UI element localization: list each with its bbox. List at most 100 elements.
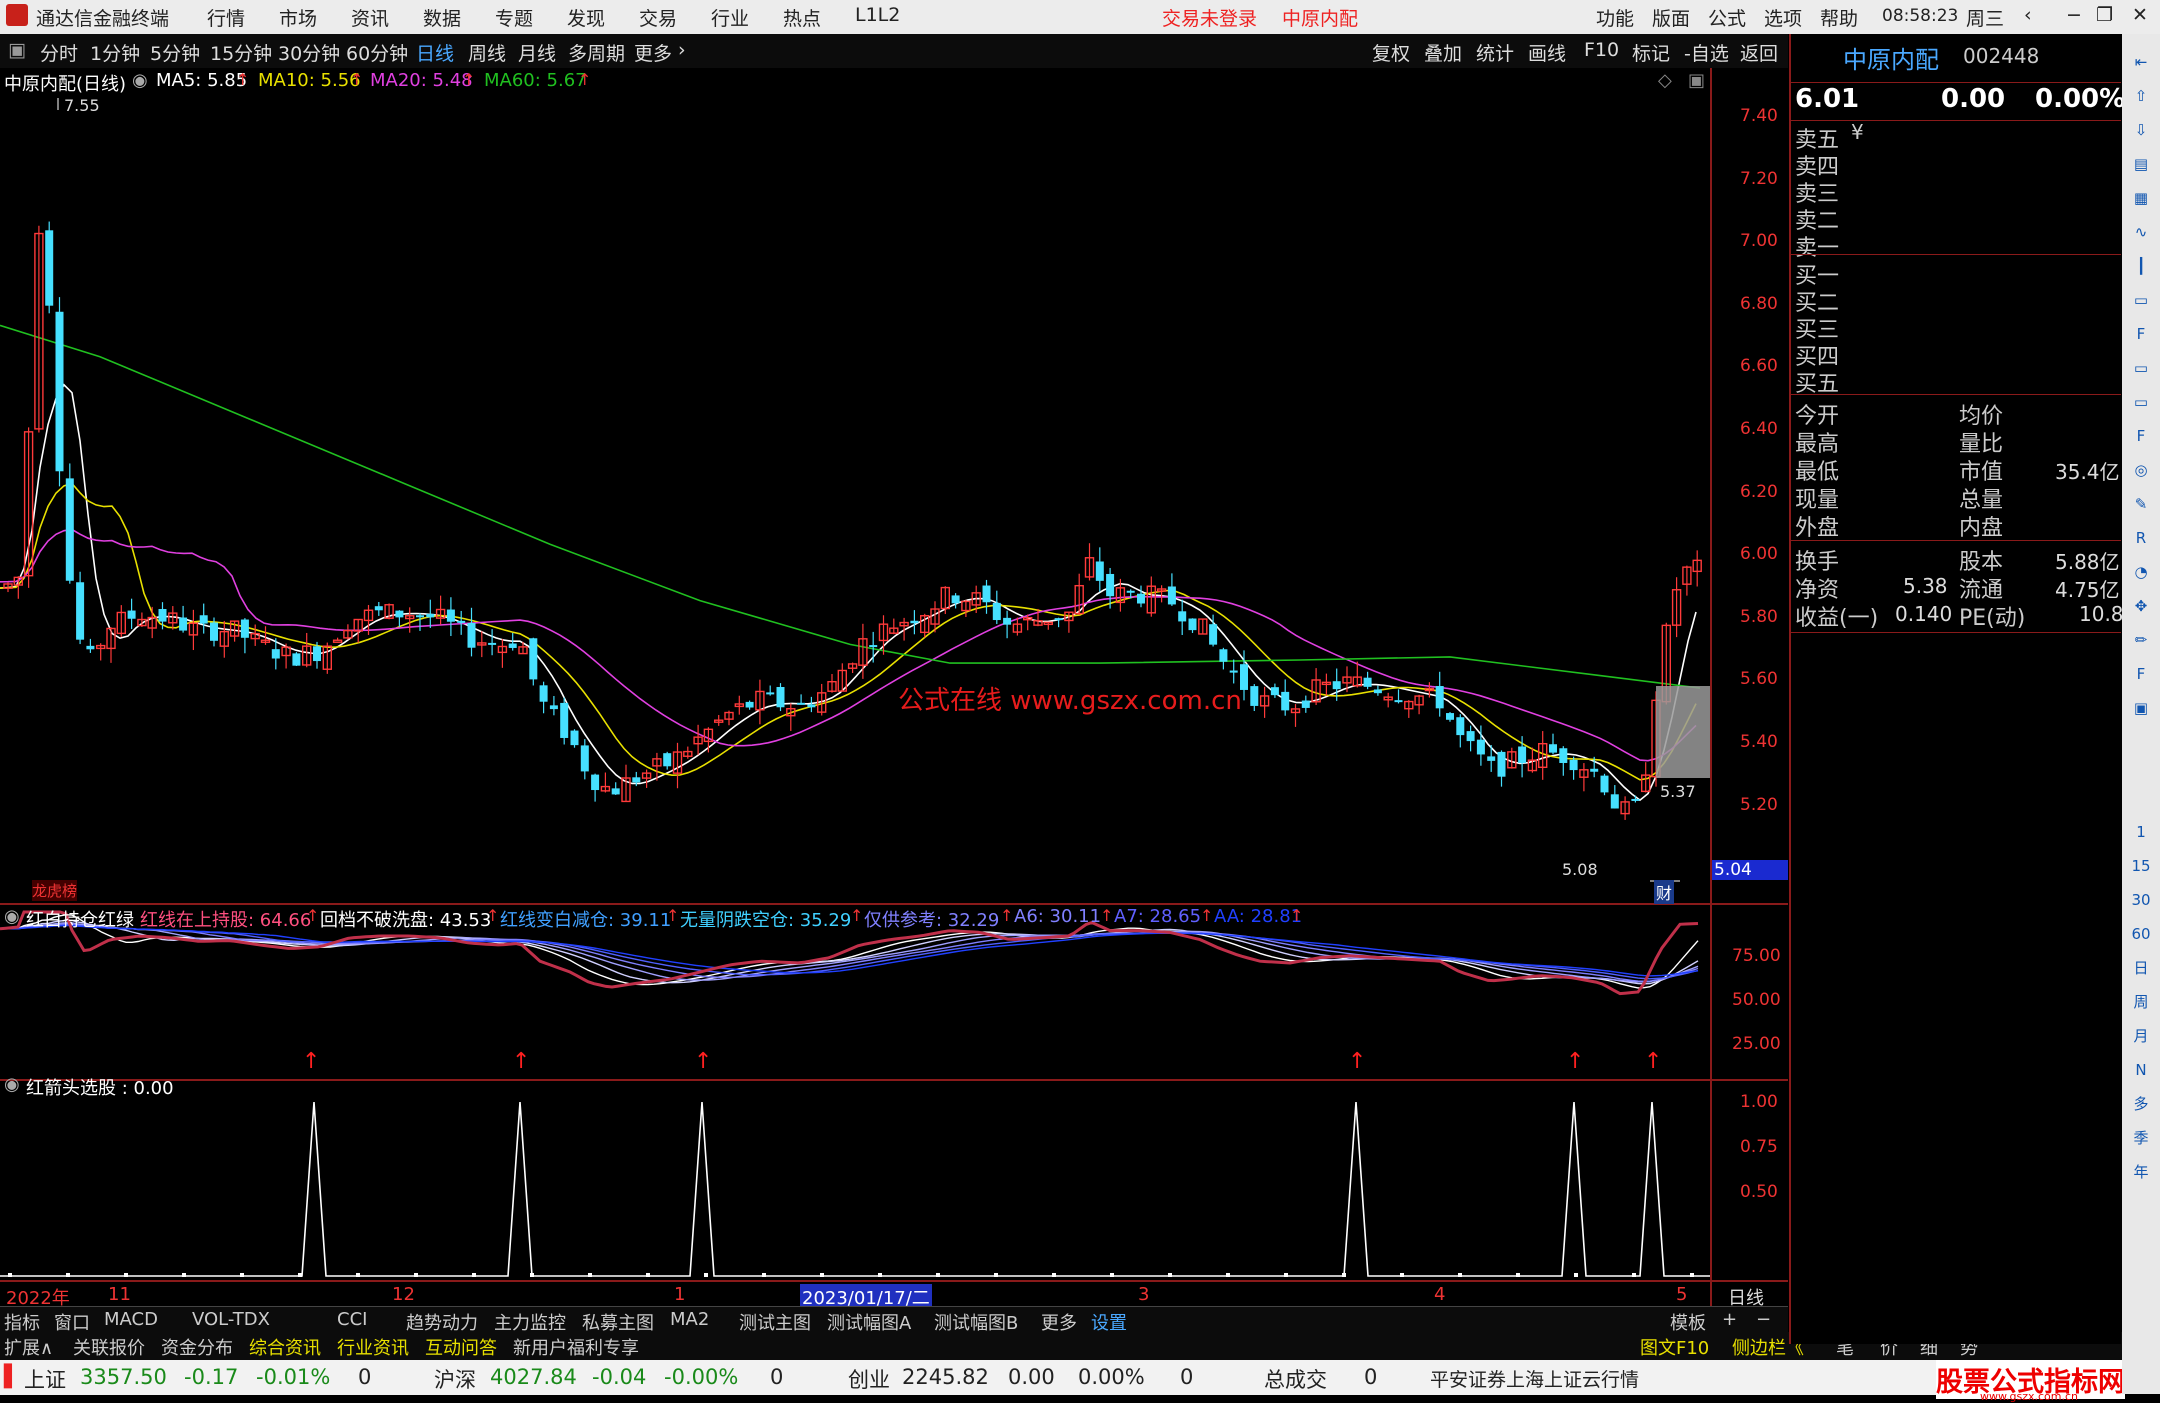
period-shortcut[interactable]: 季 bbox=[2127, 1126, 2155, 1150]
rsi-icon[interactable]: R bbox=[2127, 526, 2155, 550]
menu-item[interactable]: 热点 bbox=[783, 4, 821, 31]
period-tab[interactable]: 分时 bbox=[40, 39, 78, 66]
index-name[interactable]: 创业 bbox=[848, 1364, 890, 1394]
back-icon[interactable]: ‹ bbox=[2024, 4, 2032, 26]
extension-tab[interactable]: 行业资讯 bbox=[337, 1334, 409, 1360]
broker-label[interactable]: 平安证券上海上证云行情 bbox=[1430, 1365, 1639, 1392]
extension-tab[interactable]: 综合资讯 bbox=[249, 1334, 321, 1360]
period-tab[interactable]: 月线 bbox=[518, 39, 556, 66]
indicator-tab[interactable]: MACD bbox=[104, 1309, 158, 1330]
menu-item[interactable]: 数据 bbox=[423, 4, 461, 31]
f10-icon[interactable]: F bbox=[2127, 322, 2155, 346]
news-icon[interactable]: ▭ bbox=[2127, 356, 2155, 380]
period-shortcut[interactable]: 月 bbox=[2127, 1024, 2155, 1048]
period-tab[interactable]: 30分钟 bbox=[278, 39, 340, 66]
period-tab-active[interactable]: 日线 bbox=[416, 39, 454, 66]
index-name[interactable]: 沪深 bbox=[434, 1364, 476, 1394]
extension-tab[interactable]: 关联报价 bbox=[73, 1334, 145, 1360]
menu-item-right[interactable]: 选项 bbox=[1764, 4, 1802, 31]
period-shortcut[interactable]: 60 bbox=[2127, 922, 2155, 946]
settings-icon[interactable]: ◉ bbox=[4, 1074, 20, 1095]
menu-item[interactable]: 市场 bbox=[279, 4, 317, 31]
toolbar-button[interactable]: 标记 bbox=[1632, 39, 1670, 66]
period-tab[interactable]: 1分钟 bbox=[90, 39, 140, 66]
close-icon[interactable]: ✕ bbox=[2132, 4, 2148, 26]
period-tab[interactable]: 15分钟 bbox=[210, 39, 272, 66]
period-shortcut[interactable]: 年 bbox=[2127, 1160, 2155, 1184]
indicator-tab[interactable]: CCI bbox=[337, 1309, 367, 1330]
restore-icon[interactable]: ❐ bbox=[2096, 4, 2113, 26]
cart-icon[interactable]: ▤ bbox=[2127, 152, 2155, 176]
panel-toggle-icon[interactable]: ▣ bbox=[8, 39, 26, 61]
side-tab[interactable]: 图文F10 bbox=[1640, 1334, 1709, 1360]
menu-item[interactable]: 行情 bbox=[207, 4, 245, 31]
period-tab[interactable]: 60分钟 bbox=[346, 39, 408, 66]
extension-tab[interactable]: 扩展∧ bbox=[4, 1334, 53, 1360]
down-arrow-icon[interactable]: ⇩ bbox=[2127, 118, 2155, 142]
f2-icon[interactable]: F bbox=[2127, 424, 2155, 448]
chevron-right-icon[interactable]: › bbox=[678, 39, 686, 61]
kline-icon[interactable]: ┃ bbox=[2127, 254, 2155, 278]
settings-icon[interactable]: ◉ bbox=[132, 70, 148, 91]
period-shortcut[interactable]: 15 bbox=[2127, 854, 2155, 878]
finance-badge[interactable]: 财 bbox=[1654, 880, 1675, 904]
extension-tab[interactable]: 新用户福利专享 bbox=[513, 1334, 639, 1360]
toolbar-button[interactable]: 返回 bbox=[1740, 39, 1778, 66]
sign-icon[interactable]: ✎ bbox=[2127, 492, 2155, 516]
extension-tab[interactable]: 互动问答 bbox=[425, 1334, 497, 1360]
remove-button[interactable]: − bbox=[1756, 1309, 1771, 1330]
menu-item[interactable]: 专题 bbox=[495, 4, 533, 31]
circle-icon[interactable]: ◎ bbox=[2127, 458, 2155, 482]
toolbar-button[interactable]: 统计 bbox=[1476, 39, 1514, 66]
period-tab[interactable]: 5分钟 bbox=[150, 39, 200, 66]
pen-icon[interactable]: ✏ bbox=[2127, 628, 2155, 652]
panel-icon[interactable]: ▣ bbox=[1688, 70, 1705, 91]
toolbar-button[interactable]: 复权 bbox=[1372, 39, 1410, 66]
trade-status[interactable]: 交易未登录 bbox=[1162, 4, 1257, 31]
period-shortcut[interactable]: 多 bbox=[2127, 1092, 2155, 1116]
diamond-icon[interactable]: ◇ bbox=[1658, 70, 1672, 91]
menu-item-right[interactable]: 功能 bbox=[1596, 4, 1634, 31]
toolbar-button[interactable]: 叠加 bbox=[1424, 39, 1462, 66]
extension-tab[interactable]: 资金分布 bbox=[161, 1334, 233, 1360]
bell-icon[interactable]: ◔ bbox=[2127, 560, 2155, 584]
period-shortcut[interactable]: 1 bbox=[2127, 820, 2155, 844]
menu-item-right[interactable]: 版面 bbox=[1652, 4, 1690, 31]
move-icon[interactable]: ✥ bbox=[2127, 594, 2155, 618]
toolbar-button[interactable]: -自选 bbox=[1684, 39, 1729, 66]
menu-item[interactable]: L1L2 bbox=[855, 4, 900, 26]
dragon-tiger-badge[interactable]: 龙虎榜 bbox=[32, 880, 78, 901]
line-chart-icon[interactable]: ∿ bbox=[2127, 220, 2155, 244]
up-arrow-icon[interactable]: ⇧ bbox=[2127, 84, 2155, 108]
menu-item[interactable]: 发现 bbox=[567, 4, 605, 31]
image-icon[interactable]: ▣ bbox=[2127, 696, 2155, 720]
fs-icon[interactable]: F bbox=[2127, 662, 2155, 686]
settings-icon[interactable]: ◉ bbox=[4, 906, 20, 927]
indicator-tab[interactable]: VOL-TDX bbox=[192, 1309, 270, 1330]
period-shortcut[interactable]: 30 bbox=[2127, 888, 2155, 912]
menu-item[interactable]: 交易 bbox=[639, 4, 677, 31]
index-name[interactable]: 上证 bbox=[24, 1364, 66, 1394]
period-tab[interactable]: 多周期 bbox=[568, 39, 625, 66]
period-tab-more[interactable]: 更多 bbox=[634, 39, 672, 66]
menu-item[interactable]: 行业 bbox=[711, 4, 749, 31]
table-icon[interactable]: ▦ bbox=[2127, 186, 2155, 210]
expand-icon[interactable]: ⇤ bbox=[2127, 50, 2155, 74]
period-shortcut[interactable]: N bbox=[2127, 1058, 2155, 1082]
kline-chart[interactable]: ↑ ↑ ↑ ↑ ↑ ↑ bbox=[0, 68, 1788, 1306]
doc-icon[interactable]: ▭ bbox=[2127, 288, 2155, 312]
period-shortcut[interactable]: 日 bbox=[2127, 956, 2155, 980]
toolbar-button[interactable]: F10 bbox=[1584, 39, 1619, 61]
doc2-icon[interactable]: ▭ bbox=[2127, 390, 2155, 414]
menu-item[interactable]: 资讯 bbox=[351, 4, 389, 31]
indicator-tab[interactable]: MA2 bbox=[670, 1309, 709, 1330]
add-button[interactable]: + bbox=[1722, 1309, 1737, 1330]
index-icon: ▌ bbox=[4, 1364, 21, 1388]
menu-item-right[interactable]: 公式 bbox=[1708, 4, 1746, 31]
minimize-icon[interactable]: − bbox=[2066, 4, 2082, 26]
menu-item-right[interactable]: 帮助 bbox=[1820, 4, 1858, 31]
period-toolbar: ▣ 分时 1分钟 5分钟 15分钟 30分钟 60分钟 日线 周线 月线 多周期… bbox=[0, 34, 1788, 69]
period-shortcut[interactable]: 周 bbox=[2127, 990, 2155, 1014]
period-tab[interactable]: 周线 bbox=[468, 39, 506, 66]
toolbar-button[interactable]: 画线 bbox=[1528, 39, 1566, 66]
